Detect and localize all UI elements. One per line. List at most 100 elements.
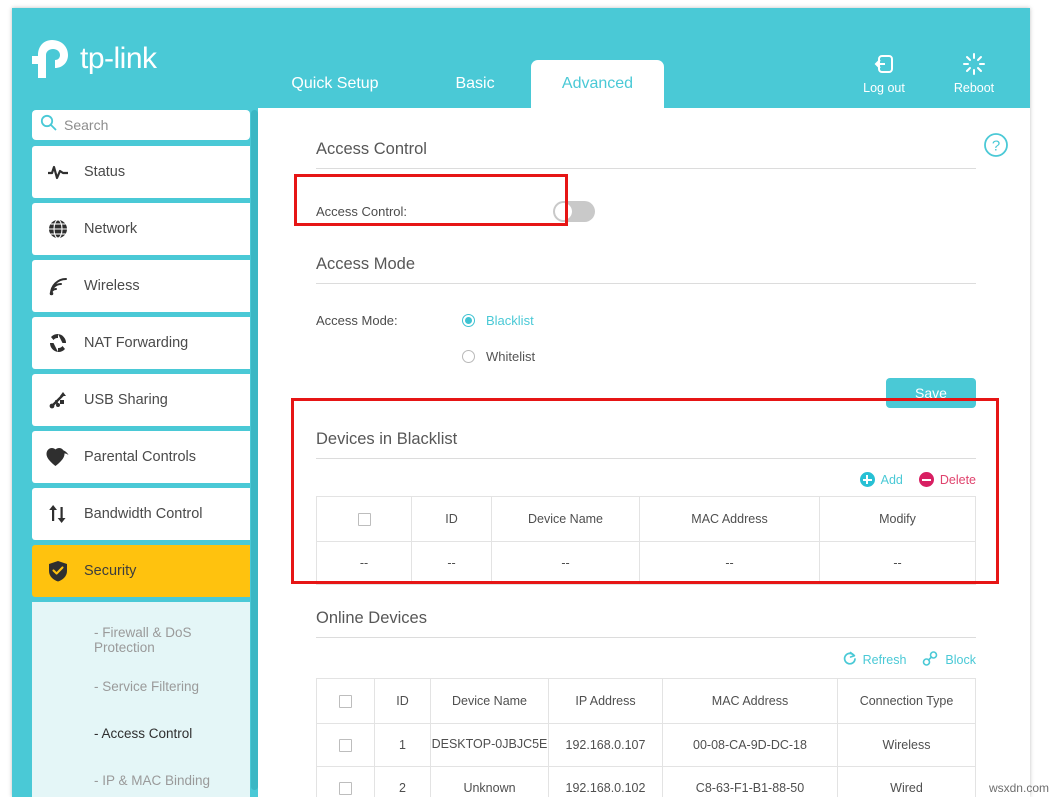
tplink-logo[interactable]: tp-link xyxy=(30,38,157,80)
section-title-online-devices: Online Devices xyxy=(316,609,976,638)
online-devices-table: ID Device Name IP Address MAC Address Co… xyxy=(316,678,976,797)
blacklist-table: ID Device Name MAC Address Modify -- -- … xyxy=(316,496,976,585)
refresh-label: Refresh xyxy=(862,653,907,667)
globe-icon xyxy=(32,218,84,240)
section-title-devices-in-blacklist: Devices in Blacklist xyxy=(316,430,976,459)
select-all-checkbox[interactable] xyxy=(339,695,352,709)
main-content: ? Access Control Access Control: Access … xyxy=(258,108,1030,797)
search-icon xyxy=(40,114,57,136)
sidebar-item-nat-forwarding[interactable]: NAT Forwarding xyxy=(32,317,250,369)
blacklist-select-all-header xyxy=(316,496,412,542)
section-title-access-mode: Access Mode xyxy=(316,255,976,284)
main-tabs: Quick Setup Basic Advanced xyxy=(270,60,870,108)
add-button[interactable]: Add xyxy=(859,472,903,487)
radio-whitelist[interactable]: Whitelist xyxy=(462,349,535,364)
radio-whitelist-marker xyxy=(462,350,475,363)
blacklist-cell-id: -- xyxy=(411,541,492,585)
online-col-ip-address: IP Address xyxy=(548,678,663,724)
access-mode-label: Access Mode: xyxy=(316,313,398,328)
sidebar-item-usb-sharing[interactable]: USB Sharing xyxy=(32,374,250,426)
radio-whitelist-label: Whitelist xyxy=(486,349,536,364)
tab-advanced[interactable]: Advanced xyxy=(531,60,664,108)
sidebar-item-bandwidth-control[interactable]: Bandwidth Control xyxy=(32,488,250,540)
blacklist-cell-mac-address: -- xyxy=(639,541,820,585)
sidebar-item-label: Security xyxy=(84,563,137,579)
sidebar-item-wireless[interactable]: Wireless xyxy=(32,260,250,312)
header-actions: Log out Reboot xyxy=(856,50,1002,95)
sidebar-item-label: Status xyxy=(84,164,126,180)
sidebar-scrollbar[interactable] xyxy=(251,110,258,790)
logout-label: Log out xyxy=(863,81,905,95)
access-control-label: Access Control: xyxy=(316,203,408,219)
tplink-logo-mark xyxy=(30,38,76,80)
sidebar-item-status[interactable]: Status xyxy=(32,146,250,198)
table-row: 1 DESKTOP-0JBJC5E 192.168.0.107 00-08-CA… xyxy=(316,723,976,767)
tplink-logo-text: tp-link xyxy=(80,42,157,75)
access-control-toggle[interactable] xyxy=(553,200,596,222)
delete-label: Delete xyxy=(939,472,976,487)
radio-blacklist-marker xyxy=(462,314,475,327)
table-row: 2 Unknown 192.168.0.102 C8-63-F1-B1-88-5… xyxy=(316,766,976,797)
refresh-circle-icon xyxy=(32,332,84,354)
section-title-access-control: Access Control xyxy=(316,140,976,169)
radio-blacklist-label: Blacklist xyxy=(486,313,534,328)
online-col-device-name: Device Name xyxy=(430,678,549,724)
submenu-item-firewall-dos-protection[interactable]: - Firewall & DoS Protection xyxy=(32,616,250,663)
wifi-icon xyxy=(32,275,84,297)
submenu-item-ip-mac-binding[interactable]: - IP & MAC Binding xyxy=(32,757,250,797)
sidebar-item-network[interactable]: Network xyxy=(32,203,250,255)
radio-blacklist[interactable]: Blacklist xyxy=(462,313,535,328)
site-watermark: wsxdn.com xyxy=(988,781,1049,795)
save-button[interactable]: Save xyxy=(886,378,976,408)
submenu-item-access-control[interactable]: - Access Control xyxy=(32,710,250,757)
plus-icon xyxy=(859,472,875,487)
blacklist-col-mac-address: MAC Address xyxy=(639,496,820,542)
tab-basic[interactable]: Basic xyxy=(430,60,520,108)
online-select-all-header xyxy=(316,678,375,724)
online-devices-action-bar: Refresh Block xyxy=(316,651,976,669)
reboot-button[interactable]: Reboot xyxy=(946,50,1002,95)
sidebar-item-label: USB Sharing xyxy=(84,392,168,408)
block-label: Block xyxy=(945,653,976,667)
logout-button[interactable]: Log out xyxy=(856,50,912,95)
search-input[interactable] xyxy=(64,117,245,133)
search-box[interactable] xyxy=(32,110,250,140)
submenu-item-service-filtering[interactable]: - Service Filtering xyxy=(32,663,250,710)
sidebar-item-parental-controls[interactable]: Parental Controls xyxy=(32,431,250,483)
blacklist-action-bar: Add Delete xyxy=(316,472,976,487)
online-row-checkbox-cell xyxy=(316,766,375,797)
table-header-row: ID Device Name MAC Address Modify xyxy=(316,496,976,542)
online-col-mac-address: MAC Address xyxy=(662,678,838,724)
top-header: tp-link Quick Setup Basic Advanced Log o… xyxy=(12,8,1030,108)
online-cell-device-name: Unknown xyxy=(430,766,549,797)
blacklist-cell-modify: -- xyxy=(819,541,976,585)
online-cell-id: 2 xyxy=(374,766,431,797)
row-checkbox[interactable] xyxy=(339,782,352,796)
online-cell-device-name: DESKTOP-0JBJC5E xyxy=(430,723,549,767)
blacklist-cell-device-name: -- xyxy=(491,541,640,585)
refresh-button[interactable]: Refresh xyxy=(842,651,907,669)
select-all-checkbox[interactable] xyxy=(357,513,371,527)
sidebar-item-label: NAT Forwarding xyxy=(84,335,189,351)
reboot-icon xyxy=(946,50,1002,78)
block-button[interactable]: Block xyxy=(922,651,976,669)
refresh-icon xyxy=(842,651,857,669)
blacklist-col-id: ID xyxy=(411,496,492,542)
add-label: Add xyxy=(880,472,903,487)
blacklist-col-modify: Modify xyxy=(819,496,976,542)
table-header-row: ID Device Name IP Address MAC Address Co… xyxy=(316,678,976,724)
tab-quick-setup[interactable]: Quick Setup xyxy=(270,60,400,108)
delete-button[interactable]: Delete xyxy=(918,472,976,487)
help-circle-icon[interactable]: ? xyxy=(983,132,1009,163)
router-admin-window: tp-link Quick Setup Basic Advanced Log o… xyxy=(12,8,1030,797)
reboot-label: Reboot xyxy=(953,81,995,95)
sidebar-item-label: Network xyxy=(84,221,138,237)
usb-icon xyxy=(32,389,84,411)
sidebar: Status Network xyxy=(22,104,258,797)
logout-icon xyxy=(856,50,912,78)
online-row-checkbox-cell xyxy=(316,723,375,767)
sidebar-item-security[interactable]: Security xyxy=(32,545,250,597)
online-col-id: ID xyxy=(374,678,431,724)
row-checkbox[interactable] xyxy=(339,739,352,753)
online-cell-mac-address: 00-08-CA-9D-DC-18 xyxy=(662,723,838,767)
